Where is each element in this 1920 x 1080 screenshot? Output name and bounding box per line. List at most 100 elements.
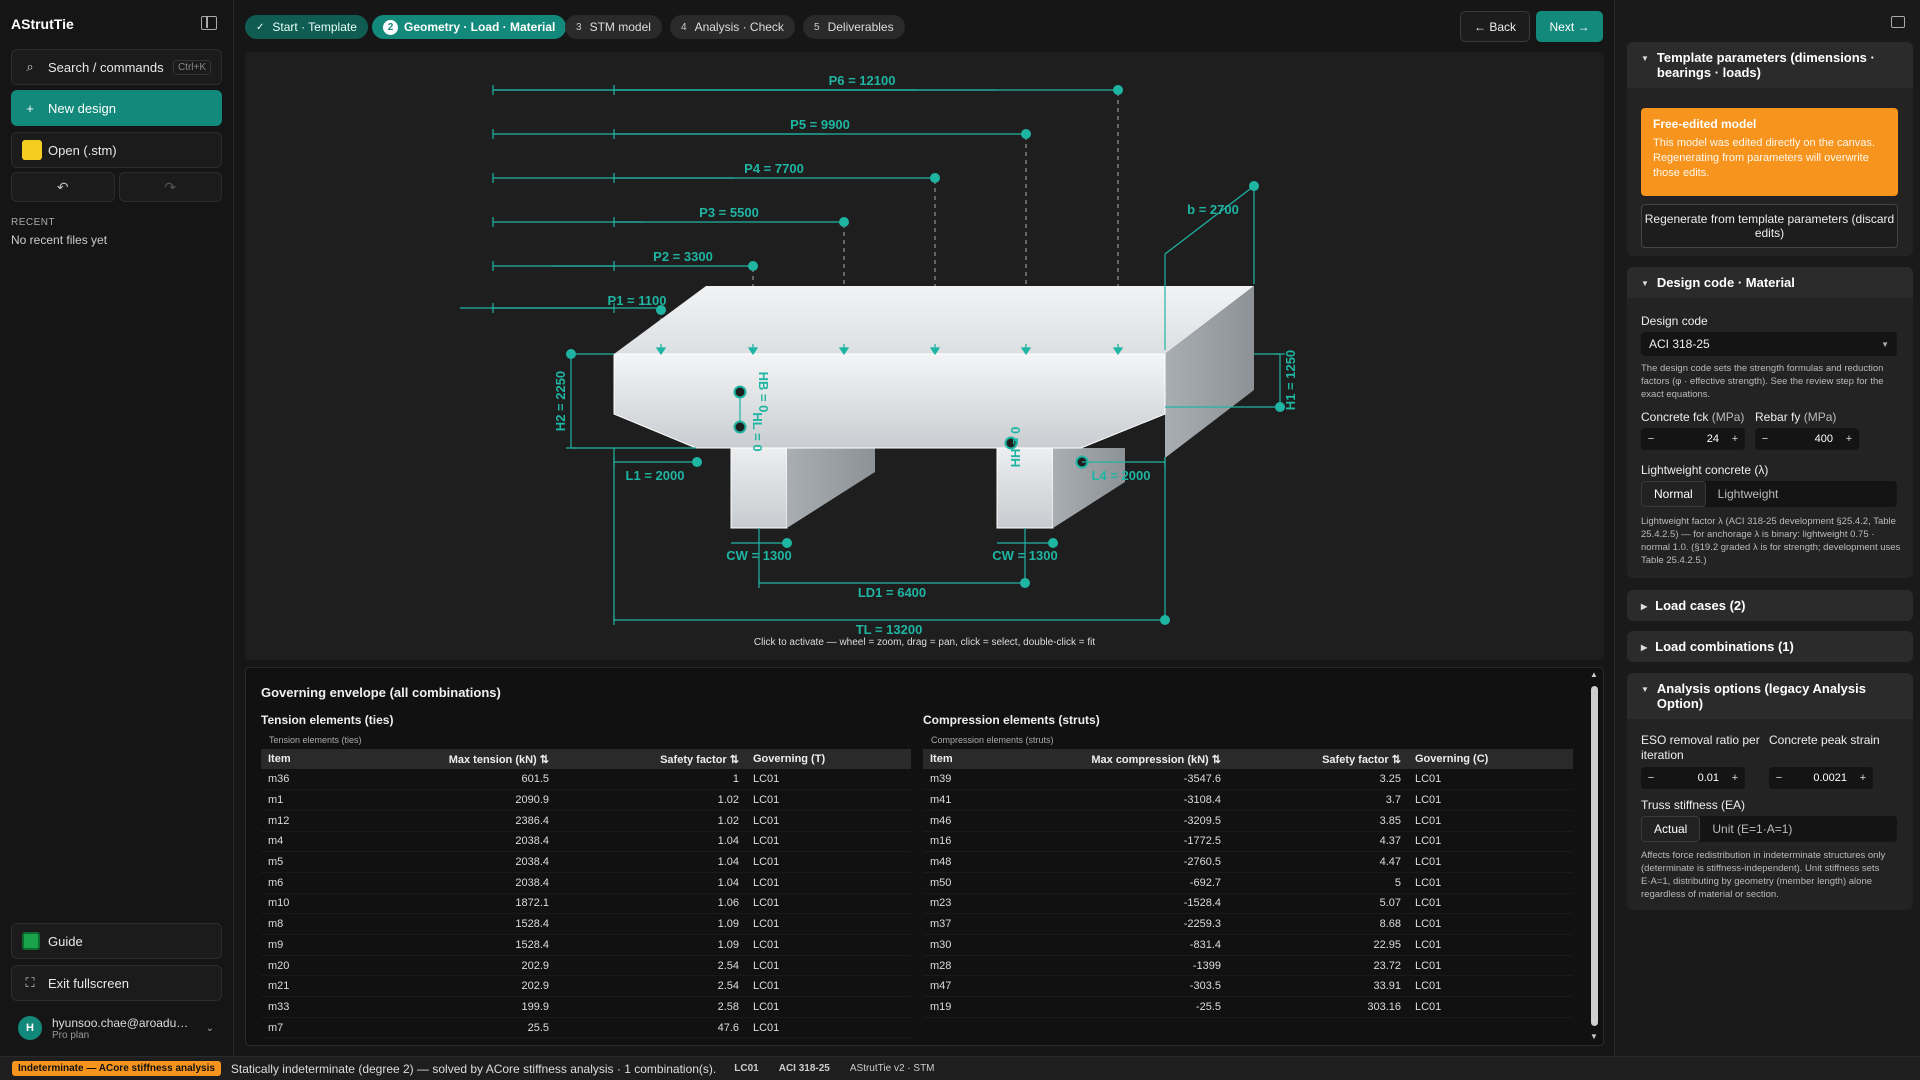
redo-icon[interactable]: ↷: [118, 172, 222, 202]
table-row[interactable]: m16 -1772.5 4.37 LC01: [923, 831, 1573, 853]
table-row[interactable]: m10 1872.1 1.06 LC01: [261, 893, 911, 915]
geometry-canvas[interactable]: P6 = 12100 P5 = 9900 P4 = 7700 P3 = 5500…: [245, 52, 1604, 660]
safety-factor-cell: 1.09: [556, 934, 746, 956]
sidebar-toggle-icon[interactable]: [201, 16, 217, 30]
table-row[interactable]: m47 -303.5 33.91 LC01: [923, 975, 1573, 998]
safety-factor-cell: 1.02: [556, 789, 746, 811]
search-button[interactable]: ⌕ Search / commands Ctrl+K: [11, 49, 222, 85]
eso-value[interactable]: 0.01: [1661, 772, 1725, 784]
table-row[interactable]: m50 -692.7 5 LC01: [923, 872, 1573, 894]
truss-option-unit[interactable]: Unit (E=1·A=1): [1700, 816, 1804, 842]
table-row[interactable]: m41 -3108.4 3.7 LC01: [923, 789, 1573, 811]
load-handles[interactable]: [656, 85, 1123, 315]
panel-toggle-icon[interactable]: [1891, 16, 1905, 28]
tables-scrollbar[interactable]: ▲ ▼: [1590, 670, 1599, 1042]
geometry-drawing[interactable]: P6 = 12100 P5 = 9900 P4 = 7700 P3 = 5500…: [245, 52, 1604, 660]
scroll-up-icon[interactable]: ▲: [1590, 670, 1598, 679]
col-safety-factor[interactable]: Safety factor ⇅: [556, 749, 746, 769]
analysis-options-header[interactable]: ▼ Analysis options (legacy Analysis Opti…: [1627, 673, 1913, 719]
plus-icon[interactable]: +: [1839, 433, 1859, 445]
dim-label-h1: H1 = 1250: [1283, 350, 1298, 410]
item-cell: m12: [261, 810, 356, 832]
load-cases-card[interactable]: ▶ Load cases (2): [1627, 590, 1913, 621]
design-code-value: ACI 318-25: [1649, 337, 1710, 351]
guide-button[interactable]: Guide: [11, 923, 222, 959]
load-combinations-card[interactable]: ▶ Load combinations (1): [1627, 631, 1913, 662]
table-row[interactable]: m37 -2259.3 8.68 LC01: [923, 913, 1573, 935]
table-row[interactable]: m23 -1528.4 5.07 LC01: [923, 893, 1573, 915]
design-code-select[interactable]: ACI 318-25 ▼: [1641, 332, 1897, 356]
col-governing: Governing (T): [746, 749, 911, 769]
fck-stepper[interactable]: − 24 +: [1641, 428, 1745, 450]
table-row[interactable]: m12 2386.4 1.02 LC01: [261, 810, 911, 832]
table-row[interactable]: m39 -3547.6 3.25 LC01: [923, 769, 1573, 791]
back-button[interactable]: ← Back: [1460, 11, 1530, 42]
scroll-thumb[interactable]: [1591, 686, 1598, 1026]
truss-stiffness-toggle[interactable]: Actual Unit (E=1·A=1): [1641, 816, 1897, 842]
force-cell: -2259.3: [1018, 913, 1228, 935]
plus-icon[interactable]: +: [1725, 772, 1745, 784]
table-row[interactable]: m36 601.5 1 LC01: [261, 769, 911, 791]
load-combinations-header[interactable]: ▶ Load combinations (1): [1627, 631, 1913, 662]
minus-icon[interactable]: −: [1769, 772, 1789, 784]
table-row[interactable]: m33 199.9 2.58 LC01: [261, 996, 911, 1018]
table-row[interactable]: m6 2038.4 1.04 LC01: [261, 872, 911, 894]
open-file-button[interactable]: Open (.stm): [11, 132, 222, 168]
plus-icon[interactable]: +: [1853, 772, 1873, 784]
col-max-compression[interactable]: Max compression (kN) ⇅: [1018, 749, 1228, 769]
table-row[interactable]: m46 -3209.5 3.85 LC01: [923, 810, 1573, 832]
exit-fullscreen-button[interactable]: ⛶ Exit fullscreen: [11, 965, 222, 1001]
table-row[interactable]: m19 -25.5 303.16 LC01: [923, 996, 1573, 1018]
col-safety-factor[interactable]: Safety factor ⇅: [1228, 749, 1408, 769]
table-row[interactable]: m4 2038.4 1.04 LC01: [261, 831, 911, 853]
design-code-title: Design code · Material: [1656, 275, 1795, 290]
peak-strain-stepper[interactable]: − 0.0021 +: [1769, 767, 1873, 789]
table-row[interactable]: m21 202.9 2.54 LC01: [261, 975, 911, 998]
step-analysis-check[interactable]: 4 Analysis · Check: [670, 15, 795, 39]
analysis-options-title: Analysis options (legacy Analysis Option…: [1656, 681, 1866, 711]
regenerate-button[interactable]: Regenerate from template parameters (dis…: [1641, 204, 1898, 248]
col-max-tension[interactable]: Max tension (kN) ⇅: [356, 749, 556, 769]
template-params-header[interactable]: ▼ Template parameters (dimensions · bear…: [1627, 42, 1913, 88]
step-geometry-load-material[interactable]: 2 Geometry · Load · Material: [372, 15, 567, 39]
safety-factor-cell: 2.58: [556, 996, 746, 1018]
minus-icon[interactable]: −: [1641, 433, 1661, 445]
fck-value[interactable]: 24: [1661, 433, 1725, 445]
step-deliverables[interactable]: 5 Deliverables: [803, 15, 905, 39]
safety-factor-cell: 3.7: [1228, 789, 1408, 811]
table-row[interactable]: m8 1528.4 1.09 LC01: [261, 913, 911, 935]
force-cell: 2038.4: [356, 851, 556, 873]
wizard-steps: ✓ Start · Template 2 Geometry · Load · M…: [234, 0, 1614, 52]
step-stm-model[interactable]: 3 STM model: [565, 15, 662, 39]
eso-stepper[interactable]: − 0.01 +: [1641, 767, 1745, 789]
plus-icon[interactable]: +: [1725, 433, 1745, 445]
truss-option-actual[interactable]: Actual: [1641, 816, 1701, 842]
table-row[interactable]: m1 2090.9 1.02 LC01: [261, 789, 911, 811]
folder-icon: [22, 140, 42, 160]
undo-icon[interactable]: ↶: [11, 172, 115, 202]
minus-icon[interactable]: −: [1641, 772, 1661, 784]
step-start-template[interactable]: ✓ Start · Template: [245, 15, 368, 39]
user-menu[interactable]: H hyunsoo.chae@aroadus... Pro plan ⌄: [11, 1010, 222, 1046]
design-code-header[interactable]: ▼ Design code · Material: [1627, 267, 1913, 298]
table-row[interactable]: m7 25.5 47.6 LC01: [261, 1017, 911, 1039]
fy-stepper[interactable]: − 400 +: [1755, 428, 1859, 450]
lightweight-option-normal[interactable]: Normal: [1641, 481, 1706, 507]
table-row[interactable]: m5 2038.4 1.04 LC01: [261, 851, 911, 873]
load-cases-header[interactable]: ▶ Load cases (2): [1627, 590, 1913, 621]
table-row[interactable]: m9 1528.4 1.09 LC01: [261, 934, 911, 956]
table-row[interactable]: m30 -831.4 22.95 LC01: [923, 934, 1573, 956]
minus-icon[interactable]: −: [1755, 433, 1775, 445]
next-button[interactable]: Next →: [1536, 11, 1603, 42]
lightweight-option-lightweight[interactable]: Lightweight: [1706, 481, 1791, 507]
lightweight-toggle[interactable]: Normal Lightweight: [1641, 481, 1897, 507]
peak-strain-value[interactable]: 0.0021: [1789, 772, 1853, 784]
fy-value[interactable]: 400: [1775, 433, 1839, 445]
scroll-down-icon[interactable]: ▼: [1590, 1032, 1598, 1041]
collapsed-icon: ▶: [1641, 643, 1648, 652]
new-design-button[interactable]: + New design: [11, 90, 222, 126]
caret-down-icon: ▼: [1881, 339, 1889, 349]
table-row[interactable]: m20 202.9 2.54 LC01: [261, 955, 911, 977]
table-row[interactable]: m48 -2760.5 4.47 LC01: [923, 851, 1573, 873]
table-row[interactable]: m28 -1399 23.72 LC01: [923, 955, 1573, 977]
